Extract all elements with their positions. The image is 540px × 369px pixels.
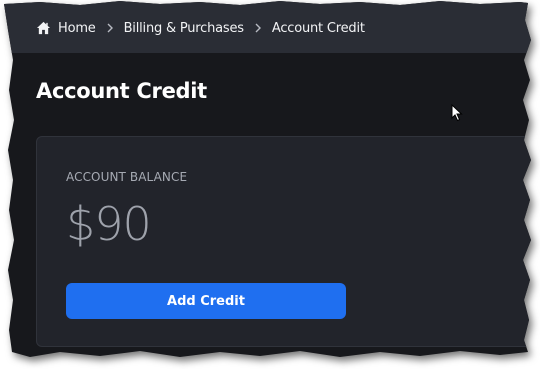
breadcrumb-current-label: Account Credit <box>271 20 365 36</box>
breadcrumb-current: Account Credit <box>272 21 365 36</box>
breadcrumb-billing[interactable]: Billing & Purchases <box>124 21 244 36</box>
page-title: Account Credit <box>36 79 207 103</box>
home-icon <box>36 21 51 35</box>
breadcrumb: Home Billing & Purchases Account Credit <box>4 1 531 53</box>
breadcrumb-home-label: Home <box>58 20 96 36</box>
account-balance-value: $90 <box>66 197 152 251</box>
app-window: Home Billing & Purchases Account Credit … <box>4 1 531 357</box>
breadcrumb-home[interactable]: Home <box>36 21 96 36</box>
chevron-right-icon <box>107 23 113 33</box>
screenshot-frame: Home Billing & Purchases Account Credit … <box>0 0 540 369</box>
mouse-cursor-icon <box>451 104 463 122</box>
breadcrumb-billing-label: Billing & Purchases <box>123 20 244 36</box>
add-credit-button[interactable]: Add Credit <box>66 283 346 319</box>
account-balance-card: ACCOUNT BALANCE $90 Add Credit <box>36 136 531 347</box>
chevron-right-icon <box>255 23 261 33</box>
account-balance-label: ACCOUNT BALANCE <box>66 170 188 184</box>
